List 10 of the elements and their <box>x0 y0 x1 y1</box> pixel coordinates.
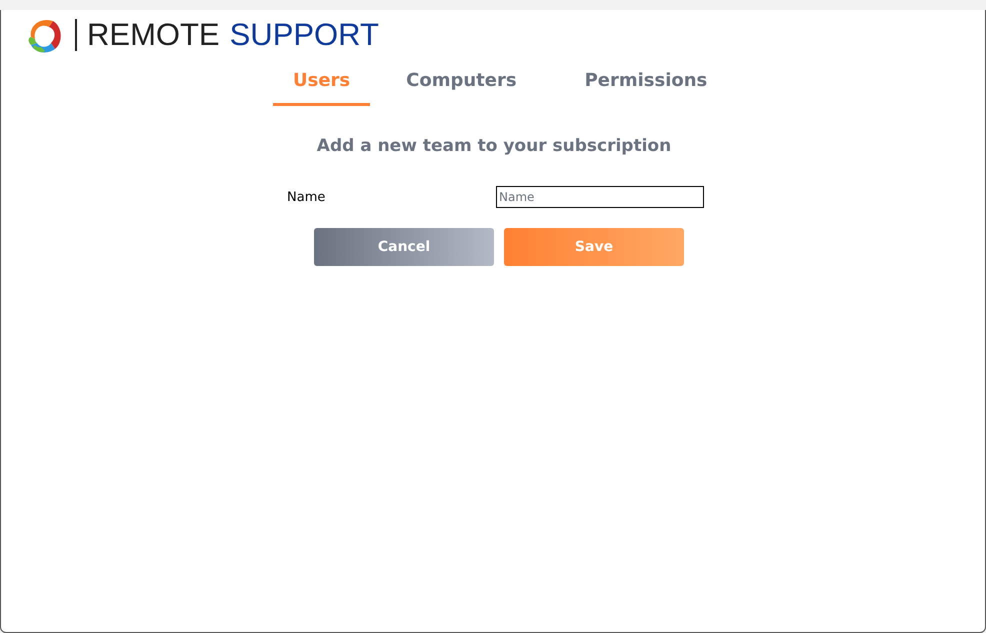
form-heading: Add a new team to your subscription <box>316 136 672 156</box>
cancel-button[interactable]: Cancel <box>314 228 494 266</box>
name-field[interactable]: Name <box>496 186 704 208</box>
tab[interactable]: Permissions <box>564 64 728 106</box>
save-button[interactable]: Save <box>504 228 684 266</box>
field-label: Name <box>287 190 326 204</box>
tab[interactable]: Computers <box>386 64 537 106</box>
logo-text: SUPPORT <box>230 17 379 53</box>
tab[interactable]: Users <box>273 64 370 106</box>
logo-text: REMOTE <box>87 17 220 53</box>
